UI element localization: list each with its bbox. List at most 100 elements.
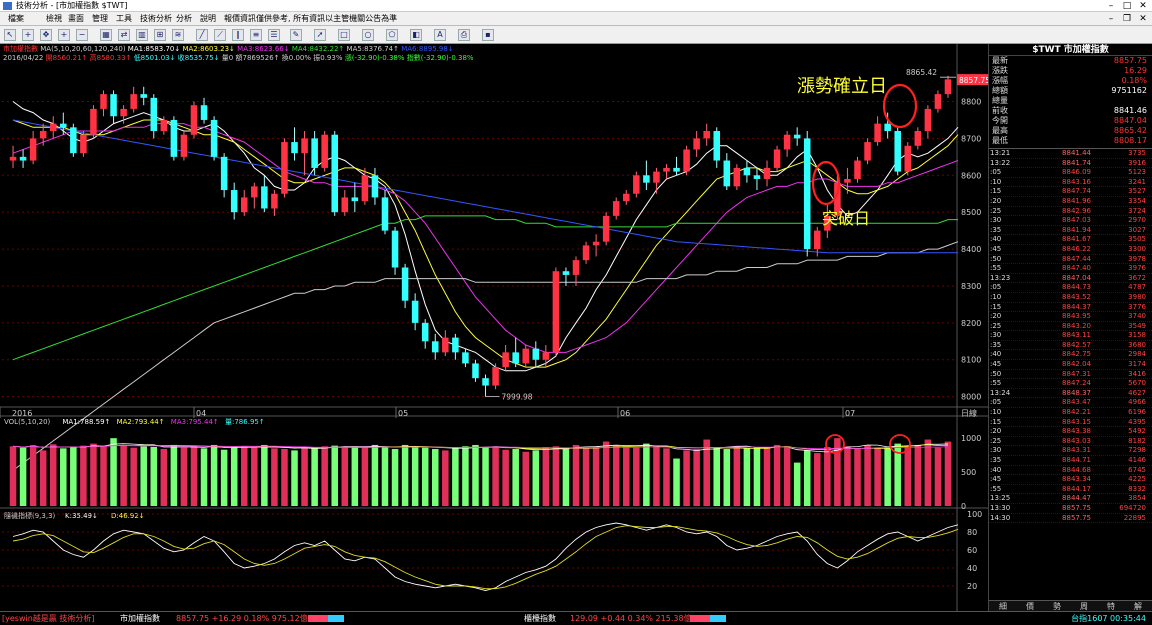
candle-body <box>130 94 137 109</box>
candle-body <box>431 341 439 353</box>
ellipse-tool-icon[interactable]: ○ <box>362 29 374 41</box>
tick-row[interactable]: :55 8847.24 5670 <box>989 379 1152 389</box>
ma-line-ma5 <box>12 241 959 471</box>
tick-row[interactable]: 13:23 8847.04 3672 <box>989 274 1152 284</box>
minimize-icon[interactable]: – <box>1104 1 1118 11</box>
child-minimize-icon[interactable]: – <box>1104 14 1118 24</box>
tick-row[interactable]: :25 8843.03 8182 <box>989 437 1152 447</box>
tick-row[interactable]: :40 8844.68 6745 <box>989 466 1152 476</box>
ray-tool-icon[interactable]: ⟋ <box>214 29 226 41</box>
volume-bar <box>291 450 298 506</box>
tick-row[interactable]: :35 8841.94 3027 <box>989 226 1152 236</box>
menu-help[interactable]: 說明 <box>200 12 216 26</box>
chart-grid <box>0 44 988 611</box>
tick-row[interactable]: :30 8843.31 7298 <box>989 446 1152 456</box>
tick-row[interactable]: :45 8846.22 3300 <box>989 245 1152 255</box>
tick-row[interactable]: :05 8844.73 4787 <box>989 283 1152 293</box>
candle <box>592 234 600 257</box>
zoom-in-icon[interactable]: + <box>58 29 70 41</box>
tick-row[interactable]: :15 8844.37 3776 <box>989 303 1152 313</box>
menu-analysis[interactable]: 分析 <box>176 12 192 26</box>
tick-row[interactable]: :05 8843.47 4966 <box>989 398 1152 409</box>
crosshair-tool-icon[interactable]: + <box>22 29 34 41</box>
candle-body <box>773 149 781 168</box>
tick-row[interactable]: :30 8843.11 3158 <box>989 331 1152 341</box>
tile-view-icon[interactable]: ▦ <box>100 29 112 41</box>
period-icon[interactable]: ⊞ <box>154 29 166 41</box>
tick-row[interactable]: :10 8843.16 3241 <box>989 178 1152 188</box>
pen-tool-icon[interactable]: ✎ <box>290 29 302 41</box>
arrow-tool-icon[interactable]: ➚ <box>314 29 326 41</box>
tick-row[interactable]: :30 8847.03 2970 <box>989 216 1152 226</box>
tick-row[interactable]: 13:22 8841.74 3916 <box>989 159 1152 169</box>
rect-tool-icon[interactable]: □ <box>338 29 350 41</box>
tick-row[interactable]: :45 8843.34 4225 <box>989 475 1152 485</box>
tick-row[interactable]: :50 8847.31 3416 <box>989 370 1152 380</box>
menu-manage[interactable]: 管理 <box>92 12 108 26</box>
tick-row[interactable]: 13:25 8844.47 3854 <box>989 494 1152 504</box>
tick-list[interactable]: 13:21 8841.44 3735 13:22 8841.74 3916:05 8846.… <box>989 148 1152 524</box>
fill-tool-icon[interactable]: ◧ <box>410 29 422 41</box>
close-icon[interactable]: ✕ <box>1136 1 1150 11</box>
tick-price: 8841.67 <box>1062 235 1091 244</box>
chart-area[interactable]: 8865.427999.98 8000810082008300840085008… <box>0 44 988 611</box>
tick-row[interactable]: :10 8842.21 6196 <box>989 408 1152 418</box>
tick-row[interactable]: :05 8846.09 5123 <box>989 168 1152 178</box>
fib-tool-icon[interactable]: ☰ <box>268 29 280 41</box>
volume-bar <box>854 448 861 506</box>
tick-row[interactable]: :35 8844.71 4146 <box>989 456 1152 466</box>
tick-row[interactable]: :45 8842.04 3174 <box>989 360 1152 370</box>
price-tick-label: 8500 <box>961 208 981 217</box>
tick-row[interactable]: :15 8843.15 4395 <box>989 418 1152 428</box>
tick-price: 8847.04 <box>1062 273 1091 282</box>
move-tool-icon[interactable]: ✥ <box>40 29 52 41</box>
tick-row[interactable]: :20 8843.38 5492 <box>989 427 1152 437</box>
volume-bar <box>120 444 127 506</box>
tick-volume: 8182 <box>1128 436 1146 445</box>
menu-view[interactable]: 檢視 <box>46 12 62 26</box>
zoom-out-icon[interactable]: − <box>76 29 88 41</box>
print-icon[interactable]: ⎙ <box>458 29 470 41</box>
compare-icon[interactable]: ⇄ <box>118 29 130 41</box>
child-close-icon[interactable]: ✕ <box>1136 14 1150 24</box>
cursor-tool-icon[interactable]: ↖ <box>4 29 16 41</box>
menu-tech-analysis[interactable]: 技術分析 <box>140 12 172 26</box>
tick-row[interactable]: :40 8841.67 3505 <box>989 235 1152 245</box>
tick-row[interactable]: 13:24 8848.37 4627 <box>989 389 1152 399</box>
maximize-icon[interactable]: □ <box>1120 1 1134 11</box>
candle-body <box>602 215 610 242</box>
chart-type-icon[interactable]: ▥ <box>136 29 148 41</box>
tick-time: :55 <box>990 379 1002 388</box>
candle-body <box>633 175 640 194</box>
quote-row: 最高 8865.42 <box>989 126 1152 136</box>
tick-row[interactable]: :35 8842.57 3680 <box>989 341 1152 351</box>
menu-tools[interactable]: 工具 <box>116 12 132 26</box>
tick-row[interactable]: :20 8843.95 3740 <box>989 312 1152 322</box>
candle <box>351 182 359 213</box>
tick-row[interactable]: 13:21 8841.44 3735 <box>989 149 1152 159</box>
tick-row[interactable]: :55 8844.17 8332 <box>989 485 1152 495</box>
channel-tool-icon[interactable]: ∥ <box>232 29 244 41</box>
indicator-icon[interactable]: ≋ <box>172 29 184 41</box>
tick-row[interactable]: :20 8841.96 3354 <box>989 197 1152 207</box>
polygon-tool-icon[interactable]: ⬠ <box>386 29 398 41</box>
tick-row[interactable]: 14:30 8857.75 22895 <box>989 514 1152 524</box>
tick-row[interactable]: :25 8842.96 3724 <box>989 207 1152 217</box>
kd-line-k <box>12 522 959 591</box>
tick-row[interactable]: :50 8847.44 3978 <box>989 255 1152 265</box>
tick-row[interactable]: 13:30 8857.75 694720 <box>989 504 1152 514</box>
tick-row[interactable]: :55 8847.40 3976 <box>989 264 1152 274</box>
save-icon[interactable]: ▪ <box>482 29 494 41</box>
text-tool-icon[interactable]: A <box>434 29 446 41</box>
candle <box>502 344 509 371</box>
tick-row[interactable]: :40 8842.75 2984 <box>989 350 1152 361</box>
child-restore-icon[interactable]: ❐ <box>1120 14 1134 24</box>
tick-row[interactable]: :25 8843.20 3549 <box>989 322 1152 332</box>
menu-file[interactable]: 檔案 <box>8 12 24 26</box>
hline-tool-icon[interactable]: ≡ <box>250 29 262 41</box>
tick-row[interactable]: :10 8843.52 3980 <box>989 293 1152 303</box>
menu-screen[interactable]: 畫面 <box>68 12 84 26</box>
line-tool-icon[interactable]: ╱ <box>196 29 208 41</box>
candle-body <box>80 134 87 154</box>
tick-row[interactable]: :15 8847.74 3527 <box>989 187 1152 197</box>
